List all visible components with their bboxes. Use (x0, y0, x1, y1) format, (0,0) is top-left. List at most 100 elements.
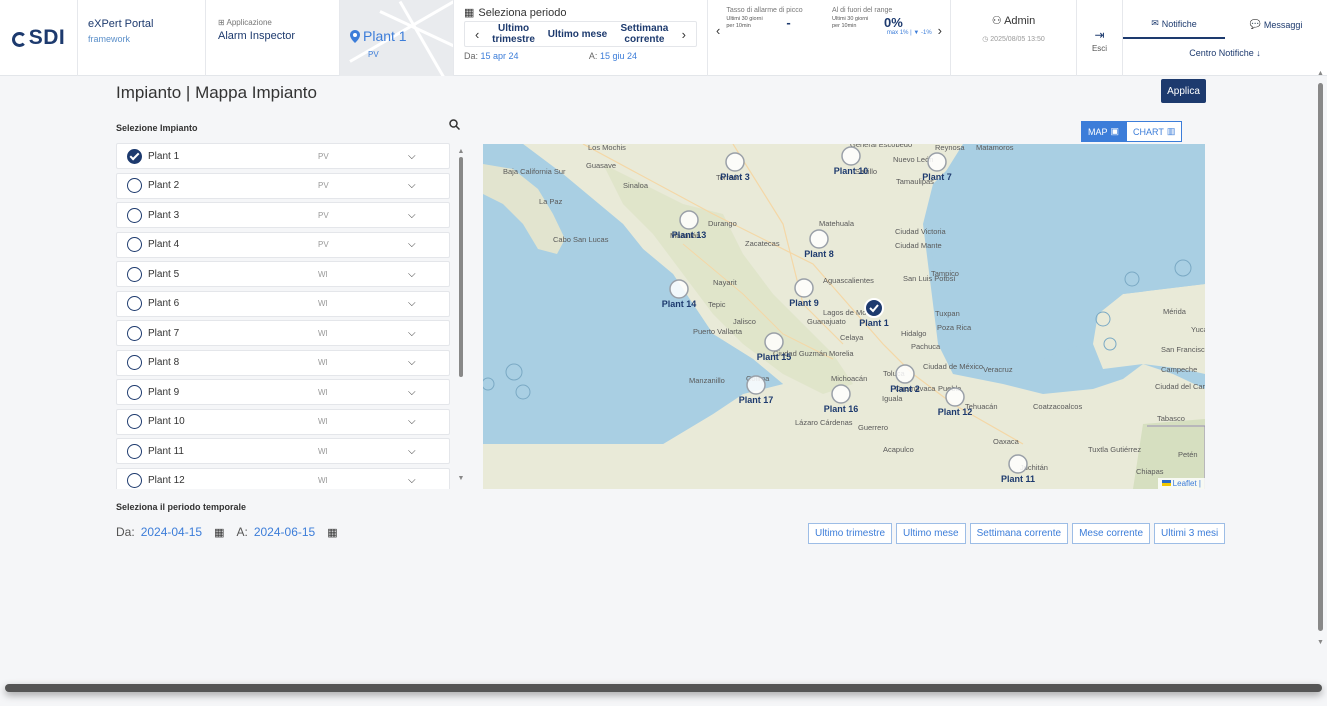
plant-list-item[interactable]: Plant 9 WI ⌵ (116, 379, 450, 405)
marker-circle-icon[interactable] (841, 146, 861, 166)
marker-circle-icon[interactable] (1008, 454, 1028, 474)
quick-period-current-week[interactable]: Settimana corrente (969, 523, 1069, 544)
period-prev-chevron-icon[interactable]: ‹ (475, 27, 479, 42)
page-scroll-up-icon[interactable]: ▲ (1316, 70, 1325, 77)
chevron-down-icon[interactable]: ⌵ (408, 210, 416, 221)
period-to-value: 15 giu 24 (599, 50, 637, 61)
date-to-input[interactable]: 2024-06-15 (254, 525, 315, 539)
date-from-input[interactable]: 2024-04-15 (141, 525, 202, 539)
marker-circle-icon[interactable] (831, 384, 851, 404)
apply-button[interactable]: Applica (1161, 79, 1206, 103)
chevron-down-icon[interactable]: ⌵ (408, 239, 416, 250)
page-scrollbar[interactable]: ▲ ▼ (1316, 70, 1325, 660)
quick-period-current-month[interactable]: Mese corrente (1072, 523, 1151, 544)
current-plant-selector[interactable]: Plant 1 PV (340, 0, 454, 76)
chevron-down-icon[interactable]: ⌵ (408, 151, 416, 162)
scroll-up-icon[interactable]: ▲ (456, 148, 466, 155)
marker-circle-icon[interactable] (679, 210, 699, 230)
search-icon[interactable] (449, 119, 461, 133)
page-scroll-down-icon[interactable]: ▼ (1316, 639, 1325, 646)
notification-center-link[interactable]: Centro Notifiche ↓ (1123, 48, 1327, 58)
marker-circle-icon[interactable] (669, 279, 689, 299)
city-label: Morelia (829, 349, 854, 358)
plant-list-item[interactable]: Plant 2 PV ⌵ (116, 172, 450, 199)
plant-list-item[interactable]: Plant 11 WI ⌵ (116, 438, 450, 464)
kpi-next-chevron-icon[interactable]: › (938, 23, 942, 38)
quick-period-last-3-months[interactable]: Ultimi 3 mesi (1154, 523, 1226, 544)
city-label: Ciudad Mante (895, 241, 942, 250)
chevron-down-icon[interactable]: ⌵ (408, 298, 416, 309)
period-next-chevron-icon[interactable]: › (682, 27, 686, 42)
marker-circle-icon[interactable] (725, 152, 745, 172)
calendar-from-icon[interactable]: ▦ (214, 526, 224, 539)
map-view-button[interactable]: MAP ▣ (1081, 121, 1127, 142)
selected-marker-icon[interactable] (864, 298, 884, 318)
plant-list-item[interactable]: Plant 5 WI ⌵ (116, 261, 450, 287)
radio-unchecked-icon[interactable] (127, 207, 142, 223)
sdi-logo[interactable]: SDI (0, 0, 78, 76)
radio-unchecked-icon[interactable] (127, 414, 142, 429)
user-info[interactable]: ⚇ Admin ◷ 2025/08/05 13:50 (951, 0, 1077, 76)
page-scroll-thumb[interactable] (1318, 83, 1323, 631)
radio-unchecked-icon[interactable] (127, 325, 142, 341)
period-option-last-quarter[interactable]: Ultimo trimestre (489, 23, 539, 45)
scroll-down-icon[interactable]: ▼ (456, 475, 466, 482)
plant-list-scrollbar[interactable]: ▲ ▼ (456, 148, 466, 490)
city-label: Tuxpan (935, 309, 960, 318)
chevron-down-icon[interactable]: ⌵ (408, 180, 416, 191)
chevron-down-icon[interactable]: ⌵ (408, 446, 416, 457)
chart-view-button[interactable]: CHART ▥ (1126, 121, 1183, 142)
page-title: Impianto | Mappa Impianto (116, 83, 317, 102)
marker-circle-icon[interactable] (927, 152, 947, 172)
tab-messages[interactable]: 💬 Messaggi (1225, 0, 1327, 39)
plant-list-item[interactable]: Plant 4 PV ⌵ (116, 231, 450, 258)
marker-circle-icon[interactable] (764, 332, 784, 352)
chevron-down-icon[interactable]: ⌵ (408, 328, 416, 339)
kpi-prev-chevron-icon[interactable]: ‹ (716, 23, 720, 38)
plant-list-item[interactable]: Plant 3 PV ⌵ (116, 202, 450, 228)
map-attribution[interactable]: Leaflet | (1157, 478, 1205, 489)
radio-unchecked-icon[interactable] (127, 178, 142, 193)
radio-unchecked-icon[interactable] (127, 355, 142, 370)
chevron-down-icon[interactable]: ⌵ (408, 416, 416, 427)
plant-map[interactable]: Los Mochis Guasave Sinaloa Durango Torreón Ge… (483, 144, 1205, 489)
radio-unchecked-icon[interactable] (127, 296, 142, 311)
radio-unchecked-icon[interactable] (127, 384, 142, 400)
chevron-down-icon[interactable]: ⌵ (408, 269, 416, 280)
calendar-to-icon[interactable]: ▦ (327, 526, 337, 539)
radio-unchecked-icon[interactable] (127, 266, 142, 282)
plant-name: Plant 2 (148, 180, 180, 191)
radio-unchecked-icon[interactable] (127, 473, 142, 488)
scroll-thumb[interactable] (459, 157, 463, 377)
marker-circle-icon[interactable] (895, 364, 915, 384)
plant-list-item[interactable]: Plant 7 WI ⌵ (116, 320, 450, 346)
tab-notifications[interactable]: ✉ Notifiche (1123, 0, 1225, 39)
marker-circle-icon[interactable] (945, 387, 965, 407)
chevron-down-icon[interactable]: ⌵ (408, 357, 416, 368)
city-label: Petén (1178, 450, 1198, 459)
period-option-current-week[interactable]: Settimana corrente (616, 23, 672, 45)
city-label: Sinaloa (623, 181, 649, 190)
chevron-down-icon[interactable]: ⌵ (408, 475, 416, 486)
marker-circle-icon[interactable] (809, 229, 829, 249)
radio-unchecked-icon[interactable] (127, 237, 142, 252)
plant-list-item[interactable]: Plant 8 WI ⌵ (116, 349, 450, 376)
radio-unchecked-icon[interactable] (127, 443, 142, 459)
quick-period-last-month[interactable]: Ultimo mese (896, 523, 966, 544)
marker-circle-icon[interactable] (746, 375, 766, 395)
chevron-down-icon[interactable]: ⌵ (408, 387, 416, 398)
plant-list-item[interactable]: Plant 10 WI ⌵ (116, 408, 450, 435)
marker-circle-icon[interactable] (794, 278, 814, 298)
plant-list-item[interactable]: Plant 12 WI ⌵ (116, 467, 450, 489)
radio-checked-icon[interactable] (127, 148, 142, 164)
plant-list-item[interactable]: Plant 1 PV ⌵ (116, 143, 450, 169)
application-selector[interactable]: ⊞ Applicazione Alarm Inspector (206, 0, 340, 76)
plant-list-item[interactable]: Plant 6 WI ⌵ (116, 290, 450, 317)
quick-period-last-quarter[interactable]: Ultimo trimestre (808, 523, 893, 544)
logout-button[interactable]: ⇥ Esci (1077, 0, 1123, 76)
period-from-label: Da: (464, 50, 479, 61)
portal-info[interactable]: eXPert Portal framework (78, 0, 206, 76)
period-option-last-month[interactable]: Ultimo mese (548, 29, 607, 40)
plant-type: WI (318, 417, 328, 426)
envelope-icon: ✉ (1151, 18, 1159, 28)
